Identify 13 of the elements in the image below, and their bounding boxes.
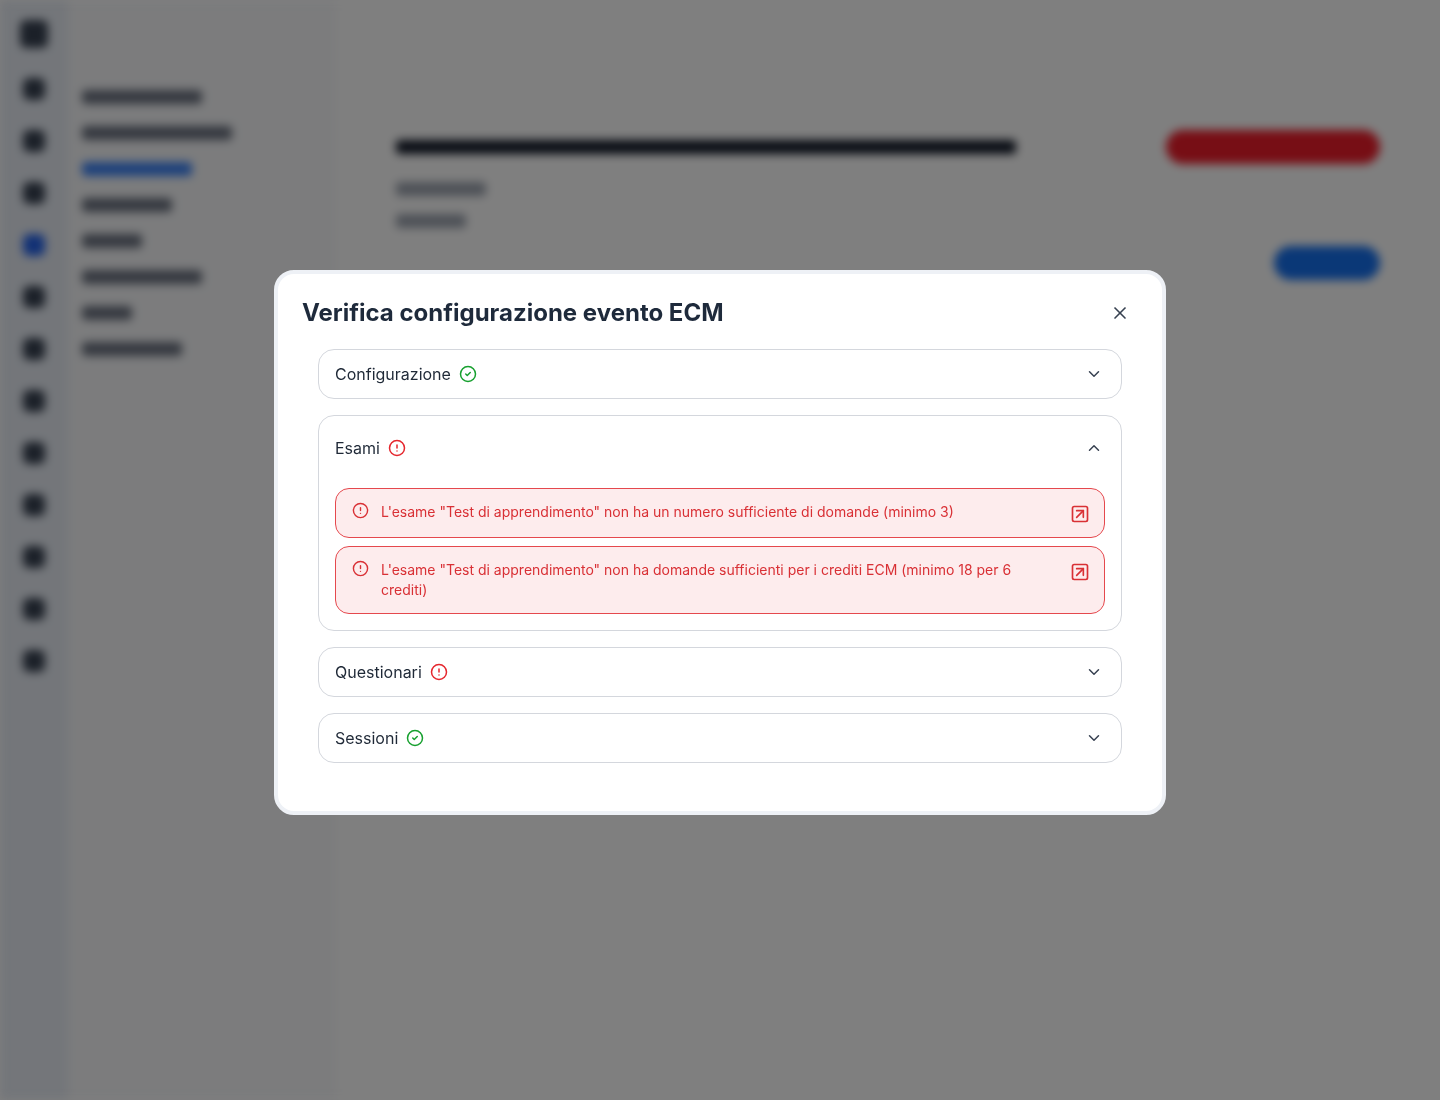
accordion-header[interactable]: Configurazione <box>319 350 1121 398</box>
external-link-icon <box>1070 562 1090 582</box>
accordion-header[interactable]: Sessioni <box>319 714 1121 762</box>
accordion-header[interactable]: Questionari <box>319 648 1121 696</box>
dialog-title: Verifica configurazione evento ECM <box>302 298 724 327</box>
open-link-button[interactable] <box>1070 504 1090 524</box>
alert-circle-icon <box>352 560 369 577</box>
open-link-button[interactable] <box>1070 562 1090 582</box>
accordion-header[interactable]: Esami <box>319 416 1121 480</box>
error-message: L'esame "Test di apprendimento" non ha un numero sufficiente di domande (minimo 3) <box>381 502 955 522</box>
alert-circle-icon <box>352 502 369 519</box>
external-link-icon <box>1070 504 1090 524</box>
error-message: L'esame "Test di apprendimento" non ha domande sufficienti per i crediti ECM (minimo 18 per 6 crediti) <box>381 560 1013 600</box>
